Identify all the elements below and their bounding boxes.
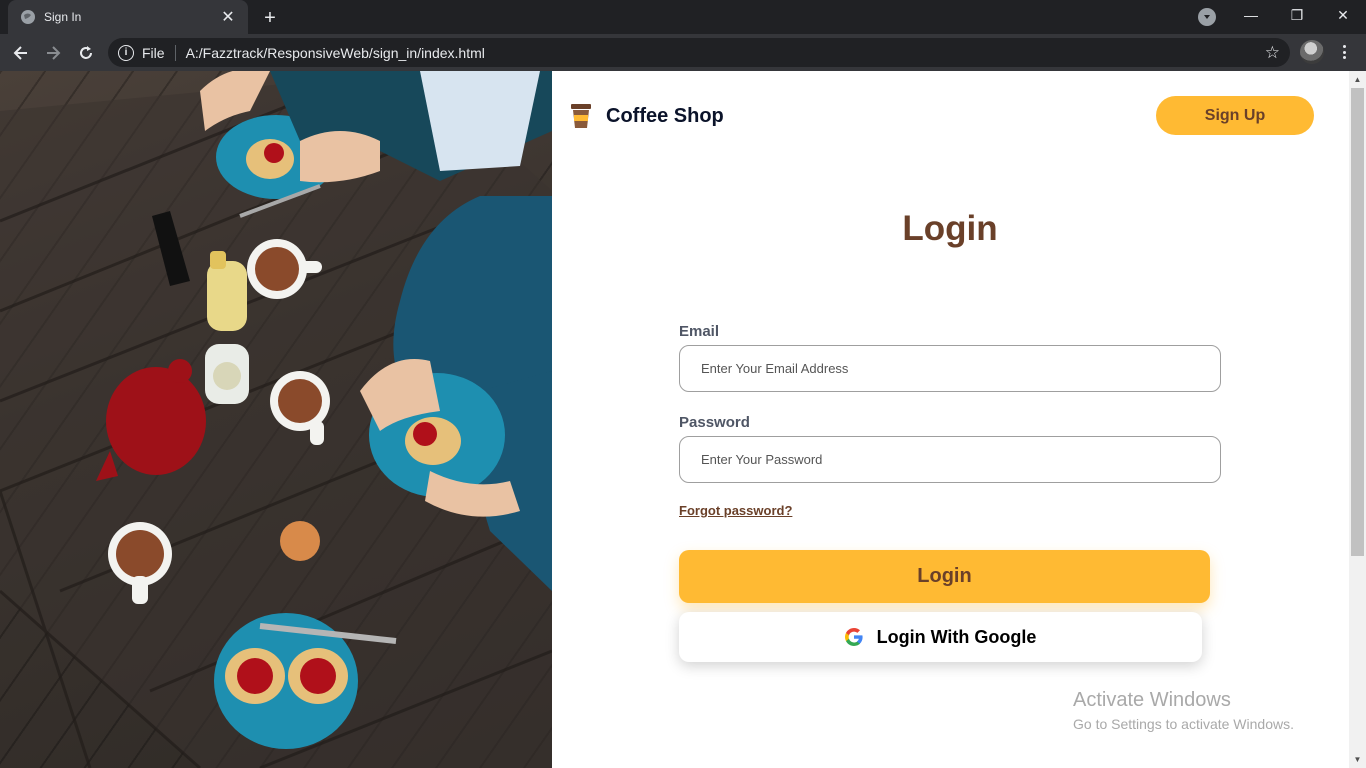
email-field[interactable] xyxy=(679,345,1221,392)
scroll-down-arrow[interactable]: ▼ xyxy=(1349,751,1366,768)
signup-button[interactable]: Sign Up xyxy=(1156,96,1314,135)
address-bar[interactable]: i File A:/Fazztrack/ResponsiveWeb/sign_i… xyxy=(108,38,1290,67)
tab-title: Sign In xyxy=(44,10,82,24)
google-login-button[interactable]: Login With Google xyxy=(679,612,1202,662)
page-viewport: ▲ ▼ Coffee Shop Sign Up Login Email Pass… xyxy=(0,71,1366,768)
arrow-left-icon[interactable] xyxy=(8,40,34,66)
info-icon[interactable]: i xyxy=(118,44,134,61)
forgot-password-link[interactable]: Forgot password? xyxy=(679,503,792,518)
hero-image xyxy=(0,71,552,768)
scroll-up-arrow[interactable]: ▲ xyxy=(1349,71,1366,88)
browser-toolbar: i File A:/Fazztrack/ResponsiveWeb/sign_i… xyxy=(0,34,1366,71)
globe-icon xyxy=(20,9,36,25)
new-tab-button[interactable]: + xyxy=(258,6,282,30)
google-icon xyxy=(844,628,863,646)
page-scrollbar[interactable]: ▲ ▼ xyxy=(1349,71,1366,768)
email-label: Email xyxy=(679,323,720,340)
brand[interactable]: Coffee Shop xyxy=(570,103,724,129)
coffee-cup-icon xyxy=(571,104,591,128)
browser-tab[interactable]: Sign In ✕ xyxy=(8,0,248,34)
password-label: Password xyxy=(679,414,750,431)
profile-avatar[interactable] xyxy=(1300,40,1324,64)
arrow-right-icon[interactable] xyxy=(40,40,66,66)
watermark-subtitle: Go to Settings to activate Windows. xyxy=(1073,716,1294,732)
watermark-title: Activate Windows xyxy=(1073,689,1231,711)
activate-windows-watermark: Activate Windows Go to Settings to activ… xyxy=(1073,689,1294,732)
page-title: Login xyxy=(902,209,998,248)
window-restore-button[interactable]: ❐ xyxy=(1274,0,1320,30)
reload-icon[interactable] xyxy=(73,40,99,66)
scroll-thumb[interactable] xyxy=(1351,88,1364,556)
tab-search-icon[interactable] xyxy=(1198,8,1216,26)
login-button[interactable]: Login xyxy=(679,550,1210,603)
brand-name: Coffee Shop xyxy=(606,104,724,127)
window-close-button[interactable]: ✕ xyxy=(1320,0,1366,30)
google-login-label: Login With Google xyxy=(876,626,1037,647)
password-field[interactable] xyxy=(679,436,1221,483)
tab-close-icon[interactable]: ✕ xyxy=(218,7,238,27)
url-separator xyxy=(174,44,176,61)
browser-tab-bar: Sign In ✕ + — ❐ ✕ xyxy=(0,0,1366,34)
window-minimize-button[interactable]: — xyxy=(1228,0,1274,30)
kebab-menu-icon[interactable] xyxy=(1336,42,1352,62)
url-scheme: File xyxy=(142,44,165,61)
star-icon[interactable]: ☆ xyxy=(1265,43,1280,63)
url-text[interactable]: A:/Fazztrack/ResponsiveWeb/sign_in/index… xyxy=(186,45,1265,61)
